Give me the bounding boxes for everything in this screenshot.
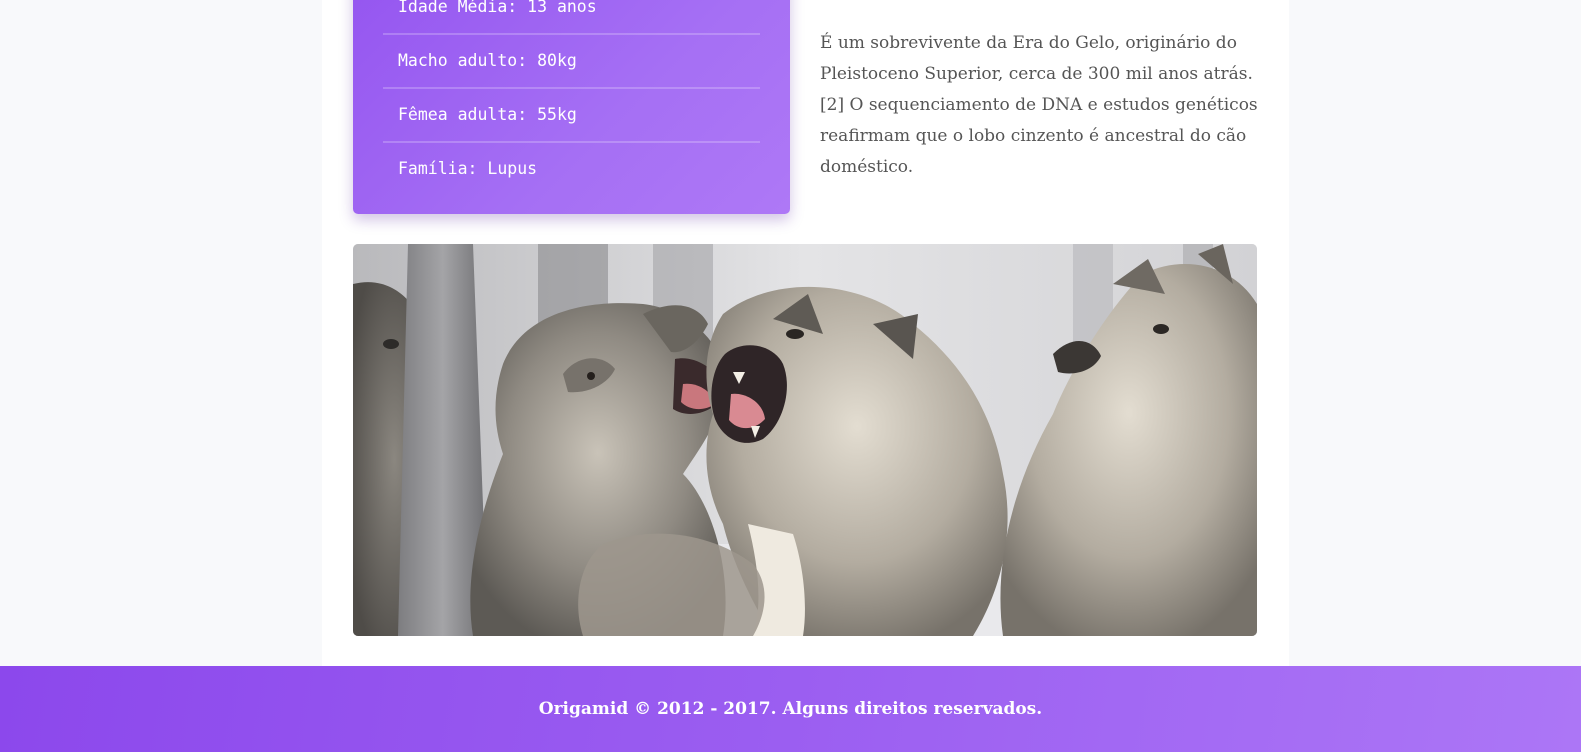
page: Idade Média: 13 anos Macho adulto: 80kg … <box>0 0 1581 752</box>
footer-copyright: Origamid © 2012 - 2017. Alguns direitos … <box>538 699 1043 719</box>
fact-average-age: Idade Média: 13 anos <box>383 0 760 35</box>
fact-adult-male-weight: Macho adulto: 80kg <box>383 35 760 89</box>
wolves-photo <box>353 244 1257 636</box>
wolf-description: É um sobrevivente da Era do Gelo, origin… <box>820 33 1258 177</box>
site-footer: Origamid © 2012 - 2017. Alguns direitos … <box>0 666 1581 752</box>
wolves-photo-illustration <box>353 244 1257 636</box>
fact-adult-female-weight: Fêmea adulta: 55kg <box>383 89 760 143</box>
fact-family: Família: Lupus <box>398 159 538 178</box>
wolf-facts-card: Idade Média: 13 anos Macho adulto: 80kg … <box>353 0 790 214</box>
main-content: Idade Média: 13 anos Macho adulto: 80kg … <box>322 0 1289 666</box>
wolf-facts-list: Idade Média: 13 anos Macho adulto: 80kg … <box>353 0 790 195</box>
